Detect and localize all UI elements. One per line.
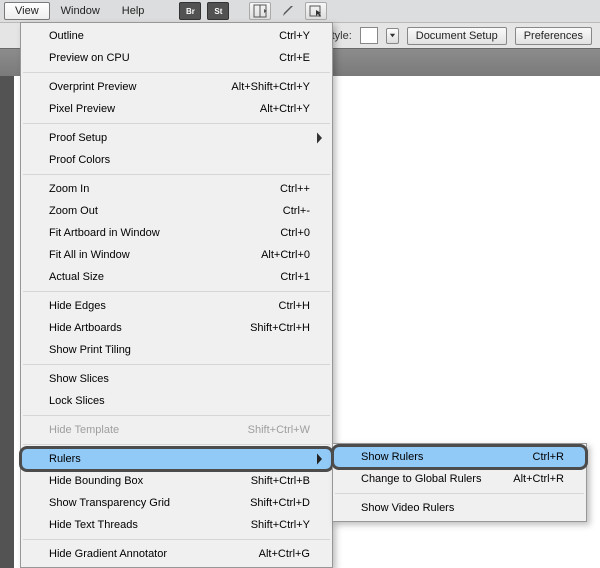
rulers-submenu: Show RulersCtrl+R Change to Global Ruler… [332, 443, 587, 522]
menu-view-label: View [15, 5, 39, 17]
separator [23, 174, 330, 175]
document-setup-label: Document Setup [416, 30, 498, 42]
menu-item-lock-slices[interactable]: Lock Slices [21, 390, 332, 412]
menu-item-hide-text-threads[interactable]: Hide Text ThreadsShift+Ctrl+Y [21, 514, 332, 536]
menu-item-fit-all[interactable]: Fit All in WindowAlt+Ctrl+0 [21, 244, 332, 266]
menu-window-label: Window [61, 5, 100, 17]
menu-item-actual-size[interactable]: Actual SizeCtrl+1 [21, 266, 332, 288]
style-swatch[interactable] [360, 27, 378, 44]
view-menu: OutlineCtrl+Y Preview on CPUCtrl+E Overp… [20, 22, 333, 568]
menu-item-show-slices[interactable]: Show Slices [21, 368, 332, 390]
menu-view[interactable]: View [4, 2, 50, 20]
separator [23, 291, 330, 292]
menu-item-overprint-preview[interactable]: Overprint PreviewAlt+Shift+Ctrl+Y [21, 76, 332, 98]
document-setup-button[interactable]: Document Setup [407, 27, 507, 45]
arrange-icon[interactable] [249, 2, 271, 20]
cursor-panel-icon[interactable] [305, 2, 327, 20]
menu-window[interactable]: Window [50, 2, 111, 20]
menu-item-preview-cpu[interactable]: Preview on CPUCtrl+E [21, 47, 332, 69]
menu-item-proof-setup[interactable]: Proof Setup [21, 127, 332, 149]
menu-item-pixel-preview[interactable]: Pixel PreviewAlt+Ctrl+Y [21, 98, 332, 120]
menu-item-show-transparency[interactable]: Show Transparency GridShift+Ctrl+D [21, 492, 332, 514]
preferences-button[interactable]: Preferences [515, 27, 592, 45]
menu-item-fit-artboard[interactable]: Fit Artboard in WindowCtrl+0 [21, 222, 332, 244]
menu-help-label: Help [122, 5, 145, 17]
menu-item-zoom-in[interactable]: Zoom InCtrl++ [21, 178, 332, 200]
chevron-right-icon [316, 133, 324, 144]
bridge-icon[interactable]: Br [179, 2, 201, 20]
separator [23, 72, 330, 73]
menu-item-show-print-tiling[interactable]: Show Print Tiling [21, 339, 332, 361]
menu-item-hide-gradient-annot[interactable]: Hide Gradient AnnotatorAlt+Ctrl+G [21, 543, 332, 565]
separator [335, 493, 584, 494]
feather-icon[interactable] [277, 2, 299, 20]
separator [23, 364, 330, 365]
stock-icon[interactable]: St [207, 2, 229, 20]
menu-bar: View Window Help Br St [0, 0, 600, 22]
menu-help[interactable]: Help [111, 2, 156, 20]
menu-item-outline[interactable]: OutlineCtrl+Y [21, 25, 332, 47]
chevron-right-icon [316, 454, 324, 465]
submenu-item-show-video[interactable]: Show Video Rulers [333, 497, 586, 519]
menu-item-zoom-out[interactable]: Zoom OutCtrl+- [21, 200, 332, 222]
separator [23, 444, 330, 445]
separator [23, 123, 330, 124]
toolbar-icons: Br St [179, 2, 327, 20]
menu-item-hide-artboards[interactable]: Hide ArtboardsShift+Ctrl+H [21, 317, 332, 339]
submenu-item-change-global[interactable]: Change to Global RulersAlt+Ctrl+R [333, 468, 586, 490]
menu-item-hide-bounding[interactable]: Hide Bounding BoxShift+Ctrl+B [21, 470, 332, 492]
separator [23, 415, 330, 416]
menu-item-rulers[interactable]: Rulers [21, 448, 332, 470]
separator [23, 539, 330, 540]
menu-item-proof-colors[interactable]: Proof Colors [21, 149, 332, 171]
menu-item-hide-edges[interactable]: Hide EdgesCtrl+H [21, 295, 332, 317]
submenu-item-show-rulers[interactable]: Show RulersCtrl+R [333, 446, 586, 468]
menu-item-hide-template: Hide TemplateShift+Ctrl+W [21, 419, 332, 441]
preferences-label: Preferences [524, 30, 583, 42]
style-dropdown[interactable] [386, 28, 399, 44]
